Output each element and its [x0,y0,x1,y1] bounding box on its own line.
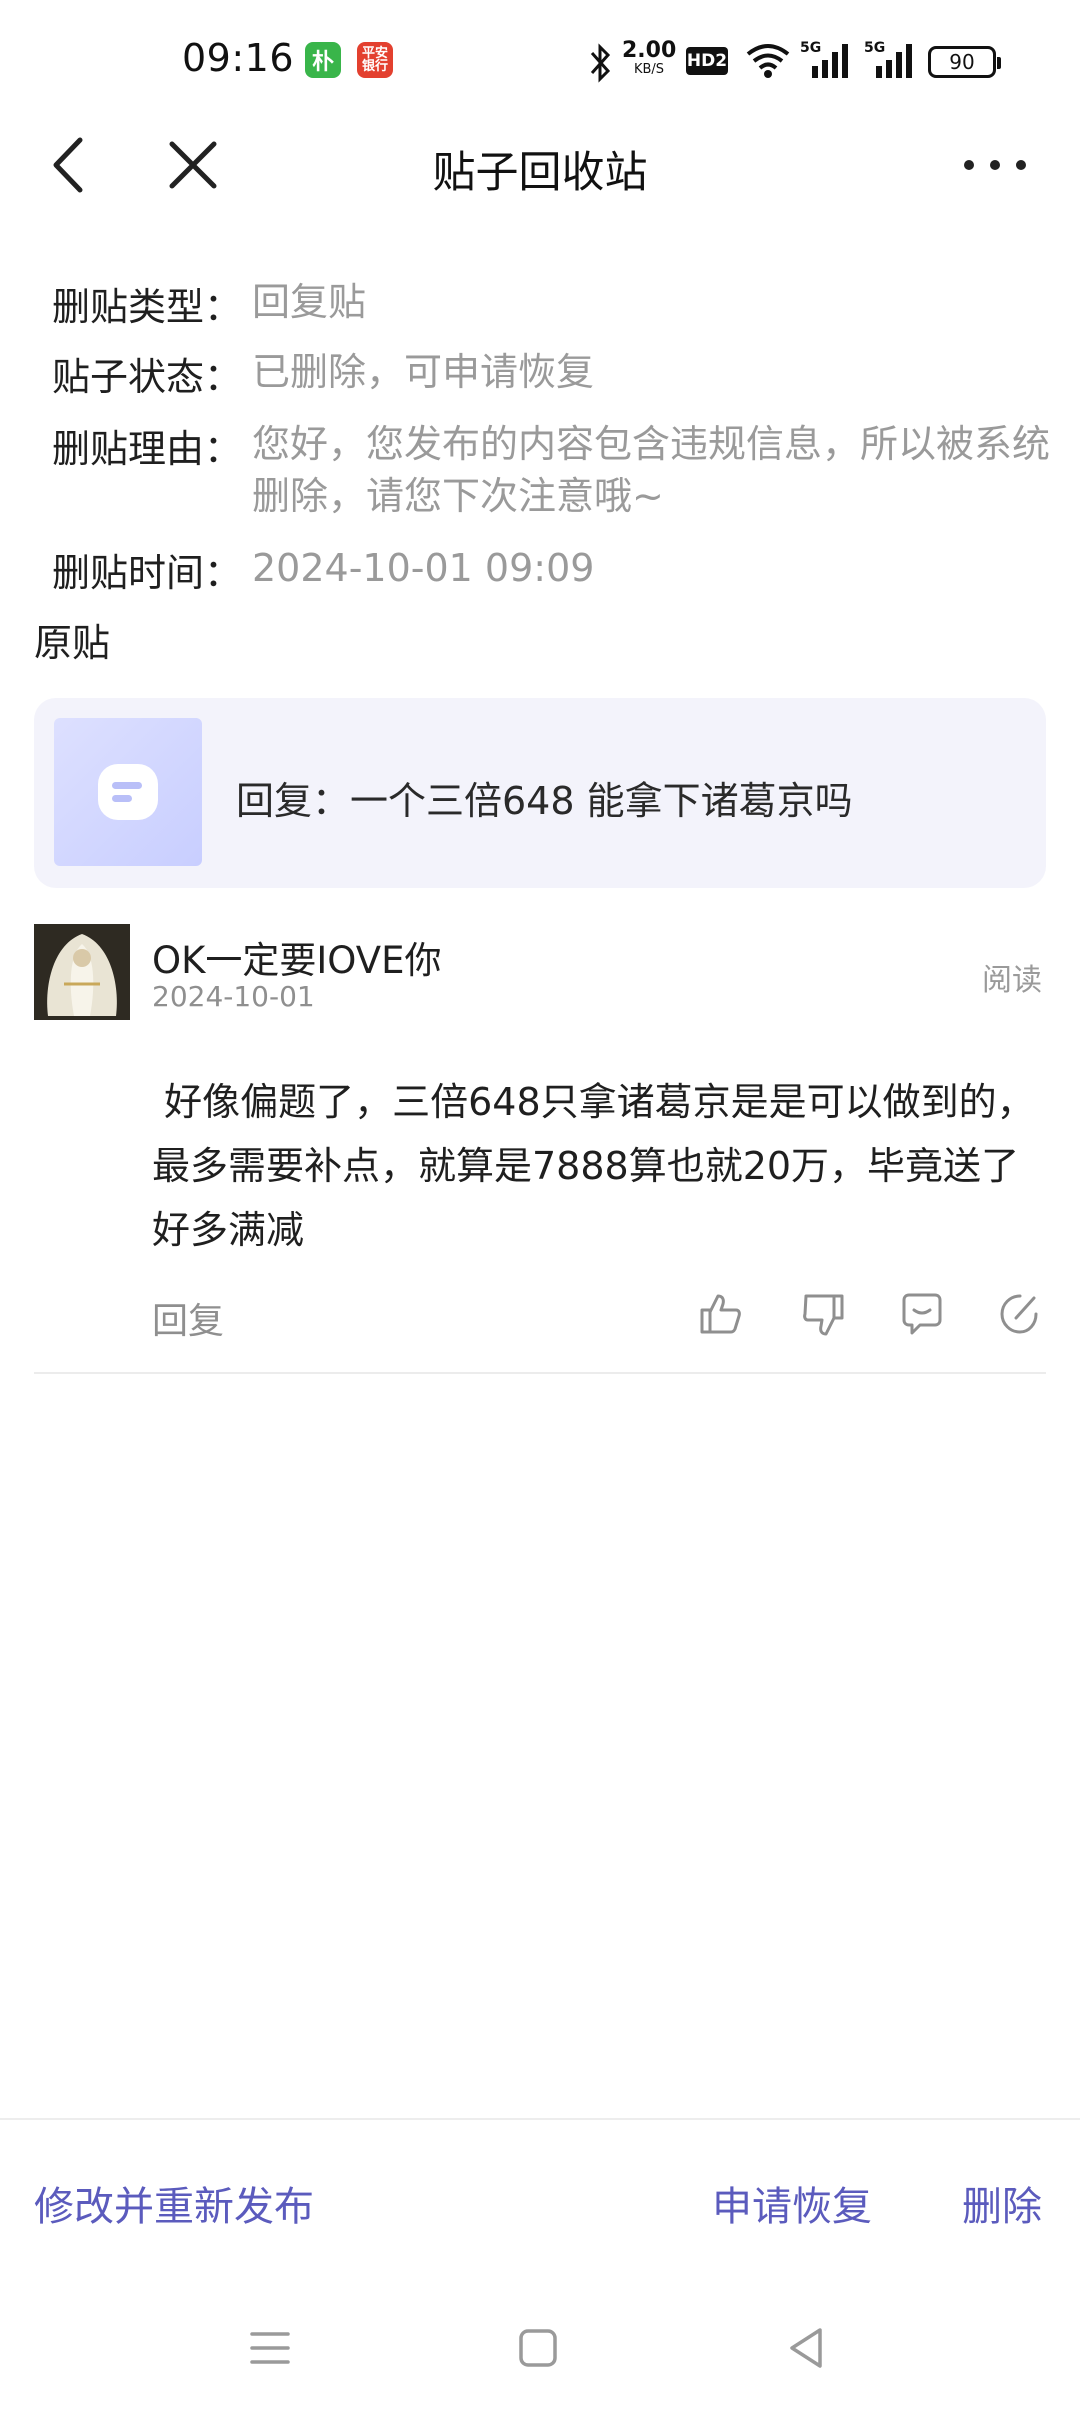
network-speed: 2.00 KB/S [622,38,677,77]
svg-text:5G: 5G [864,40,885,56]
wifi-icon [746,44,790,78]
avatar-image [34,924,130,1020]
delete-button[interactable]: 删除 [962,2174,1042,2232]
signal-5g-icon-1: 5G [800,40,848,78]
post-placeholder-icon [98,764,158,820]
delete-reason-value: 您好，您发布的内容包含违规信息，所以被系统删除，请您下次注意哦~ [252,422,1051,518]
network-speed-unit: KB/S [633,62,665,77]
bank-notification-icon: 平安 银行 [357,42,393,78]
delete-type-value: 回复贴 [252,280,367,324]
read-link[interactable]: 阅读 [982,955,1042,999]
header: 贴子回收站 [0,120,1080,210]
delete-time-label: 删贴时间： [52,551,243,595]
edit-icon[interactable] [996,1290,1044,1338]
network-speed-value: 2.00 [622,38,677,63]
dislike-icon[interactable] [800,1290,848,1338]
original-post-title: 原贴 [34,621,111,665]
comment-icon[interactable] [898,1290,946,1338]
more-options-icon[interactable] [960,140,1030,190]
status-time: 09:16 [182,36,295,80]
home-nav-icon[interactable] [510,2320,566,2376]
edit-repost-button[interactable]: 修改并重新发布 [34,2174,314,2232]
bottom-divider [0,2118,1080,2120]
like-icon[interactable] [696,1290,744,1338]
post-status-label: 贴子状态： [52,355,243,399]
delete-type-label: 删贴类型： [52,285,243,329]
page-title: 贴子回收站 [432,148,648,198]
svg-text:5G: 5G [800,40,821,56]
avatar[interactable] [34,924,130,1020]
post-status-value: 已删除，可申请恢复 [252,350,595,394]
original-post-text: 回复：一个三倍648 能拿下诸葛京吗 [236,779,853,823]
delete-time-value: 2024-10-01 09:09 [252,546,595,590]
signal-5g-icon-2: 5G [864,40,912,78]
status-bar: 09:16 朴 平安 银行 2.00 KB/S HD2 5G 5G 90 [0,0,1080,120]
delete-reason-label: 删贴理由： [52,427,243,471]
bluetooth-icon [590,43,611,83]
reply-button[interactable]: 回复 [152,1292,224,1344]
hd-voice-icon: HD2 [686,47,728,75]
divider [34,1372,1046,1374]
request-restore-button[interactable]: 申请恢复 [712,2174,872,2232]
app-notification-icon: 朴 [305,42,341,78]
reply-content: 好像偏题了，三倍648只拿诸葛京是是可以做到的，最多需要补点，就算是7888算也… [152,1080,1035,1252]
post-thumbnail [54,718,202,866]
username[interactable]: OK一定要IOVE你 [152,930,441,984]
back-nav-icon[interactable] [778,2320,834,2376]
menu-nav-icon[interactable] [242,2320,298,2376]
battery-icon: 90 [928,46,1001,78]
original-post-card[interactable]: 回复：一个三倍648 能拿下诸葛京吗 [34,698,1046,888]
reply-date: 2024-10-01 [152,980,315,1013]
